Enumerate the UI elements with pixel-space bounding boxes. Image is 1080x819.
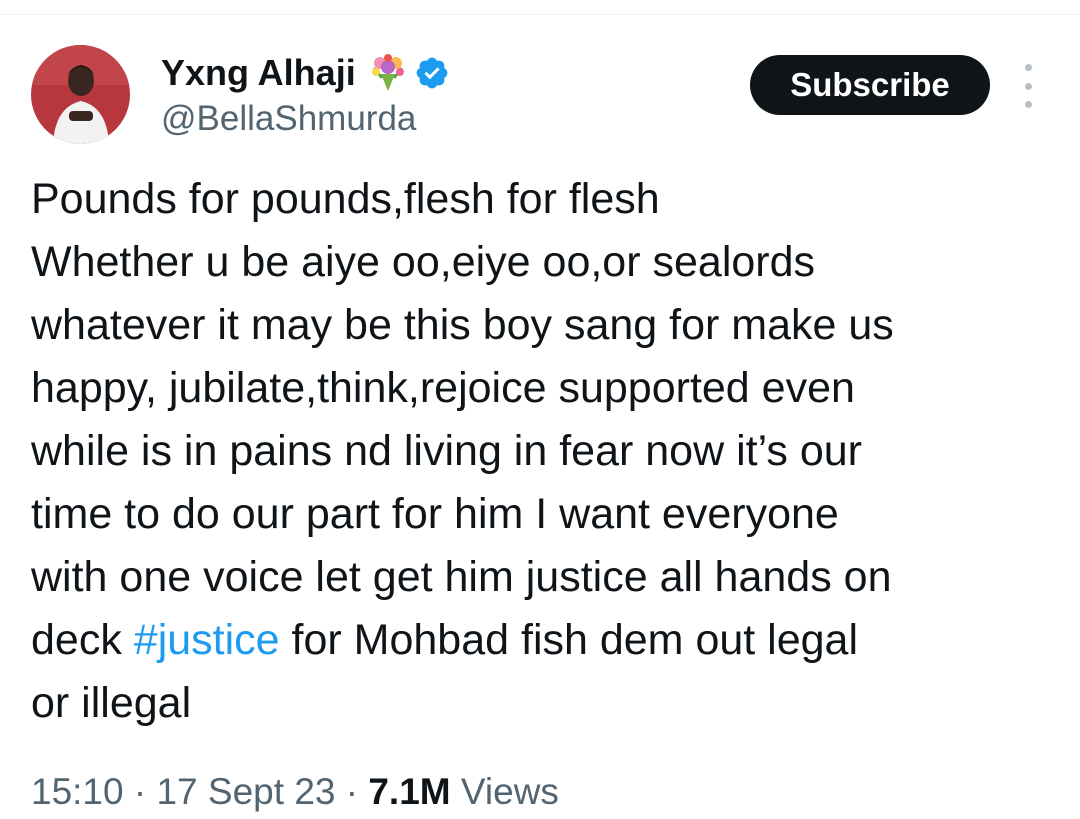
more-dot [1024, 64, 1032, 71]
tweet-text-segment: deck [31, 616, 134, 664]
tweet-line: with one voice let get him justice all h… [31, 553, 892, 601]
handle[interactable]: @BellaShmurda [161, 97, 416, 141]
display-name-text: Yxng Alhaji [161, 52, 356, 93]
more-options-icon[interactable] [1013, 64, 1043, 108]
hashtag-link[interactable]: #justice [134, 616, 280, 664]
tweet-line: whatever it may be this boy sang for mak… [31, 301, 894, 349]
tweet-meta: 15:10 · 17 Sept 23 · 7.1M Views [31, 769, 559, 815]
meta-separator: · [345, 771, 359, 812]
tweet-line: or illegal [31, 679, 192, 727]
verified-badge-icon [414, 55, 450, 91]
tweet-text-segment: for Mohbad fish dem out legal [279, 616, 859, 664]
tweet-text: Pounds for pounds,flesh for flesh Whethe… [31, 168, 1061, 735]
meta-separator: · [133, 771, 147, 812]
tweet-line-with-hashtag: deck #justice for Mohbad fish dem out le… [31, 609, 1061, 672]
tweet-line: time to do our part for him I want every… [31, 490, 839, 538]
subscribe-button[interactable]: Subscribe [750, 55, 990, 115]
bouquet-icon [370, 54, 406, 92]
views-count: 7.1M [368, 771, 451, 812]
tweet-line: Whether u be aiye oo,eiye oo,or sealords [31, 238, 816, 286]
tweet-line: Pounds for pounds,flesh for flesh [31, 175, 660, 223]
views-label: Views [460, 771, 559, 812]
tweet-line: happy, jubilate,think,rejoice supported … [31, 364, 855, 412]
more-dot [1024, 82, 1032, 90]
more-dot [1024, 101, 1032, 108]
tweet-date[interactable]: 17 Sept 23 [156, 771, 335, 812]
tweet-line: while is in pains nd living in fear now … [31, 427, 862, 475]
top-divider [0, 14, 1080, 15]
display-name[interactable]: Yxng Alhaji [161, 51, 450, 95]
tweet-time[interactable]: 15:10 [31, 771, 124, 812]
avatar[interactable] [31, 45, 130, 144]
